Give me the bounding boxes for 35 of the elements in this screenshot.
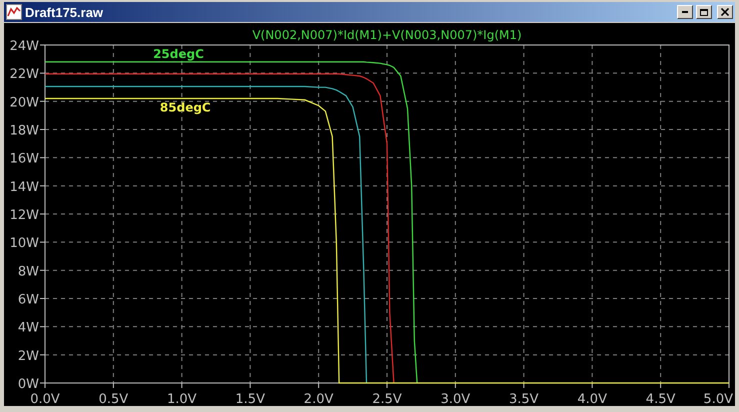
y-tick-label: 2W — [18, 348, 39, 364]
y-tick-label: 10W — [10, 236, 39, 252]
y-tick-label: 12W — [10, 208, 39, 223]
x-tick-label: 4.5V — [646, 392, 676, 406]
chart-title: V(N002,N007)*Id(M1)+V(N003,N007)*Ig(M1) — [252, 28, 522, 42]
y-tick-label: 4W — [18, 320, 39, 336]
y-tick-label: 22W — [10, 67, 39, 82]
window-title: Draft175.raw — [25, 4, 104, 20]
y-tick-label: 16W — [10, 152, 39, 167]
y-tick-label: 24W — [10, 39, 39, 54]
y-tick-label: 8W — [18, 264, 39, 280]
trace-label: 85degC — [160, 100, 211, 115]
close-icon — [721, 8, 729, 16]
x-tick-label: 3.0V — [440, 392, 470, 406]
y-tick-label: 20W — [10, 95, 39, 110]
waveform-icon — [6, 4, 22, 20]
x-tick-label: 1.5V — [235, 392, 265, 406]
x-tick-label: 1.0V — [167, 392, 197, 406]
minimize-icon — [682, 11, 688, 13]
trace-label: 25degC — [153, 46, 204, 61]
maximize-button[interactable] — [696, 5, 712, 19]
x-tick-label: 4.0V — [577, 392, 607, 406]
y-tick-label: 18W — [10, 124, 39, 138]
y-tick-label: 14W — [10, 180, 39, 195]
x-tick-label: 0.0V — [30, 392, 60, 406]
y-tick-label: 0W — [18, 377, 39, 392]
x-tick-label: 0.5V — [98, 392, 128, 406]
x-tick-label: 5.0V — [703, 392, 733, 406]
x-tick-label: 2.0V — [304, 392, 334, 406]
minimize-button[interactable] — [677, 5, 693, 19]
x-tick-label: 3.5V — [509, 392, 539, 406]
maximize-icon — [700, 8, 708, 16]
close-button[interactable] — [717, 5, 733, 19]
y-tick-label: 6W — [18, 292, 39, 308]
x-tick-label: 2.5V — [372, 392, 402, 406]
